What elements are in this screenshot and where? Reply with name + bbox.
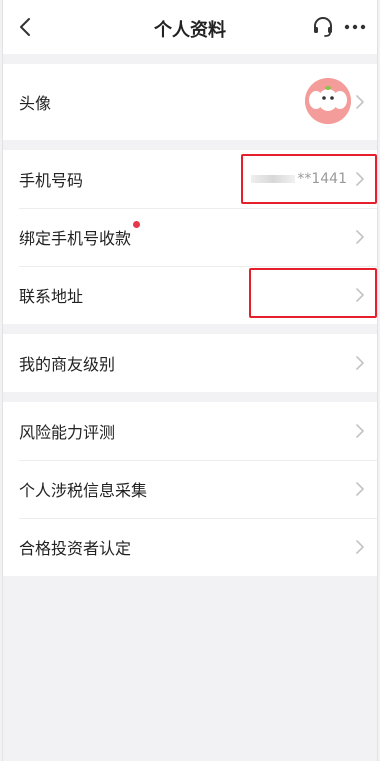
row-risk-assessment[interactable]: 风险能力评测	[3, 402, 377, 460]
avatar[interactable]	[305, 78, 351, 124]
chevron-right-icon	[356, 356, 364, 370]
level-section: 我的商友级别	[3, 334, 377, 392]
screen: 个人资料 头像 手机号码 **1441 绑定手机号收款 联系地址 我的商友级别 …	[2, 0, 378, 761]
chevron-right-icon	[356, 424, 364, 438]
chevron-right-icon	[356, 288, 364, 302]
row-avatar[interactable]: 头像	[3, 64, 377, 140]
masked-digits	[251, 175, 296, 183]
row-bind-phone-payment[interactable]: 绑定手机号收款	[3, 208, 377, 266]
phone-suffix: **1441	[297, 171, 347, 187]
contact-section: 手机号码 **1441 绑定手机号收款 联系地址	[3, 150, 377, 324]
row-tax-info[interactable]: 个人涉税信息采集	[3, 460, 377, 518]
row-label: 个人涉税信息采集	[19, 481, 148, 500]
notification-badge	[133, 221, 141, 228]
row-label: 绑定手机号收款	[19, 221, 141, 249]
chevron-right-icon	[356, 95, 364, 109]
row-label: 头像	[19, 94, 52, 113]
row-label: 我的商友级别	[19, 355, 116, 374]
row-partner-level[interactable]: 我的商友级别	[3, 334, 377, 392]
chevron-right-icon	[356, 172, 364, 186]
chevron-right-icon	[356, 540, 364, 554]
more-icon[interactable]	[343, 15, 367, 39]
row-label: 合格投资者认定	[19, 539, 132, 558]
row-label-text: 绑定手机号收款	[19, 229, 132, 248]
chevron-right-icon	[356, 482, 364, 496]
row-label: 联系地址	[19, 287, 84, 306]
row-label: 风险能力评测	[19, 423, 116, 442]
phone-number-value: **1441	[251, 171, 347, 187]
row-contact-address[interactable]: 联系地址	[3, 266, 377, 324]
nav-bar: 个人资料	[3, 0, 377, 54]
elephant-avatar-icon	[305, 78, 351, 124]
row-phone-number[interactable]: 手机号码 **1441	[3, 150, 377, 208]
row-label: 手机号码	[19, 171, 84, 190]
headset-icon[interactable]	[311, 15, 335, 39]
row-qualified-investor[interactable]: 合格投资者认定	[3, 518, 377, 576]
avatar-section: 头像	[3, 64, 377, 140]
assessment-section: 风险能力评测 个人涉税信息采集 合格投资者认定	[3, 402, 377, 576]
chevron-right-icon	[356, 230, 364, 244]
